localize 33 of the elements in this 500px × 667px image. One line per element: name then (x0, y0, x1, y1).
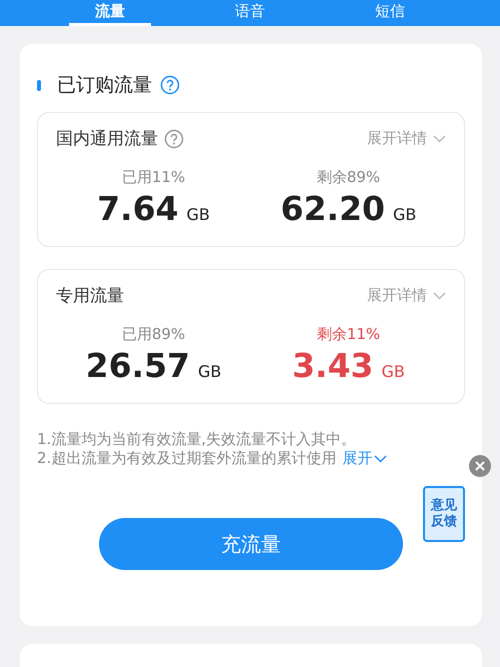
note-text: 1.流量均为当前有效流量,失效流量不计入其中。 (37, 430, 358, 449)
package-name: 国内通用流量 (56, 128, 158, 150)
stat-value: 62.20 (280, 189, 385, 228)
chevron-down-icon (433, 134, 446, 142)
chevron-down-icon (433, 292, 446, 300)
stat-label: 剩余11% (316, 325, 380, 344)
expand-link[interactable]: 展开 (342, 449, 388, 468)
tab[interactable]: 短信 (349, 2, 431, 26)
recharge-button[interactable]: 充流量 (99, 518, 403, 570)
section-title: 已订购流量 (57, 73, 152, 98)
help-icon[interactable] (164, 128, 184, 148)
stat-value: 7.64 (97, 189, 179, 228)
stat-value: 26.57 (86, 346, 190, 385)
stat-label: 已用89% (122, 325, 186, 344)
stat-label: 剩余89% (316, 168, 380, 187)
stat-value: 3.43 (292, 346, 374, 385)
help-icon[interactable] (160, 75, 180, 95)
details-button[interactable]: 展开详情 (367, 286, 446, 305)
stat-unit: GB (393, 205, 416, 224)
package-name: 专用流量 (56, 285, 124, 307)
chevron-down-icon (374, 454, 388, 462)
stat-unit: GB (186, 205, 210, 224)
close-button[interactable] (469, 455, 491, 477)
close-icon (475, 461, 485, 471)
stat-unit: GB (198, 362, 222, 381)
feedback-button[interactable]: 意见反馈 (423, 486, 465, 542)
note-text: 2.超出流量为有效及过期套外流量的累计使用 (37, 449, 336, 468)
stat-unit: GB (382, 362, 405, 381)
tab[interactable]: 语音 (209, 2, 291, 26)
accent-bar (37, 80, 41, 90)
tab[interactable]: 流量 (69, 2, 151, 26)
stat-label: 已用11% (122, 168, 186, 187)
details-button[interactable]: 展开详情 (367, 129, 446, 148)
